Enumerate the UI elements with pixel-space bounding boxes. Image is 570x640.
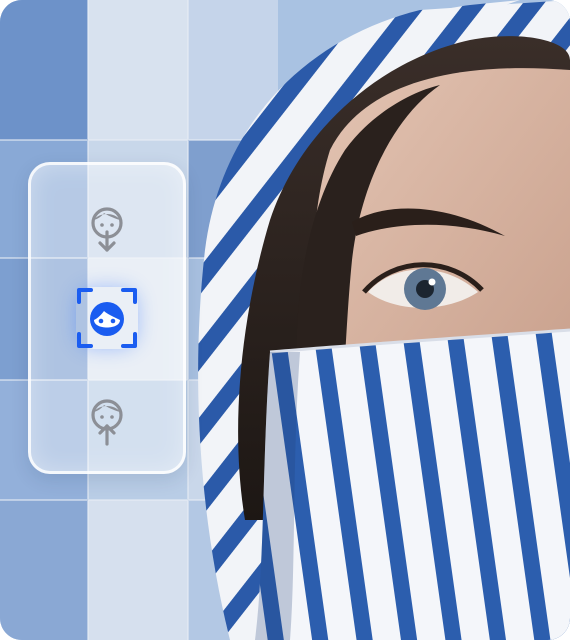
face-download-button[interactable] (72, 195, 142, 265)
face-tool-panel (28, 162, 186, 474)
face-scan-button[interactable] (72, 283, 142, 353)
image-card (0, 0, 570, 640)
face-upload-button[interactable] (72, 387, 142, 457)
face-upload-icon (91, 399, 123, 446)
active-glow (76, 287, 138, 349)
face-download-icon (91, 207, 123, 252)
